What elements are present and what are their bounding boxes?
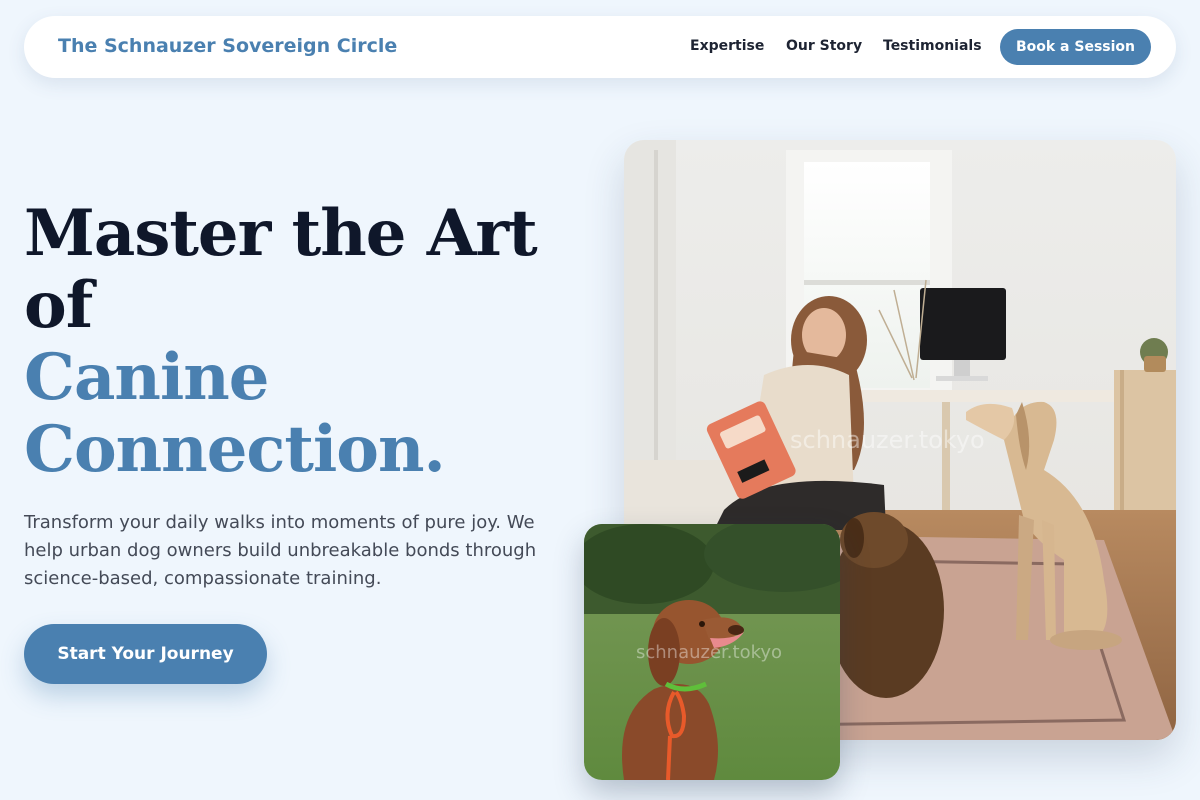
hero-inset-photo: schnauzer.tokyo bbox=[584, 524, 840, 780]
nav-link-testimonials[interactable]: Testimonials bbox=[883, 38, 982, 54]
nav-link-expertise[interactable]: Expertise bbox=[690, 38, 764, 54]
start-journey-button[interactable]: Start Your Journey bbox=[24, 624, 267, 684]
hero-title-line-2: of bbox=[24, 268, 93, 343]
hero-title-accent-2: Connection. bbox=[24, 412, 446, 487]
nav-link-our-story[interactable]: Our Story bbox=[786, 38, 862, 54]
brand-logo-text[interactable]: The Schnauzer Sovereign Circle bbox=[58, 35, 397, 57]
main-photo-watermark: schnauzer.tokyo bbox=[790, 426, 985, 454]
top-navigation-bar: The Schnauzer Sovereign Circle Expertise… bbox=[24, 16, 1176, 78]
hero-title-accent-1: Canine bbox=[24, 340, 270, 415]
hero-headline: Master the Art of Canine Connection. bbox=[24, 198, 584, 486]
book-session-button[interactable]: Book a Session bbox=[1000, 29, 1151, 65]
hero-title-line-1: Master the Art bbox=[24, 196, 538, 271]
inset-photo-watermark: schnauzer.tokyo bbox=[636, 642, 783, 663]
hero-subtitle: Transform your daily walks into moments … bbox=[24, 512, 537, 589]
